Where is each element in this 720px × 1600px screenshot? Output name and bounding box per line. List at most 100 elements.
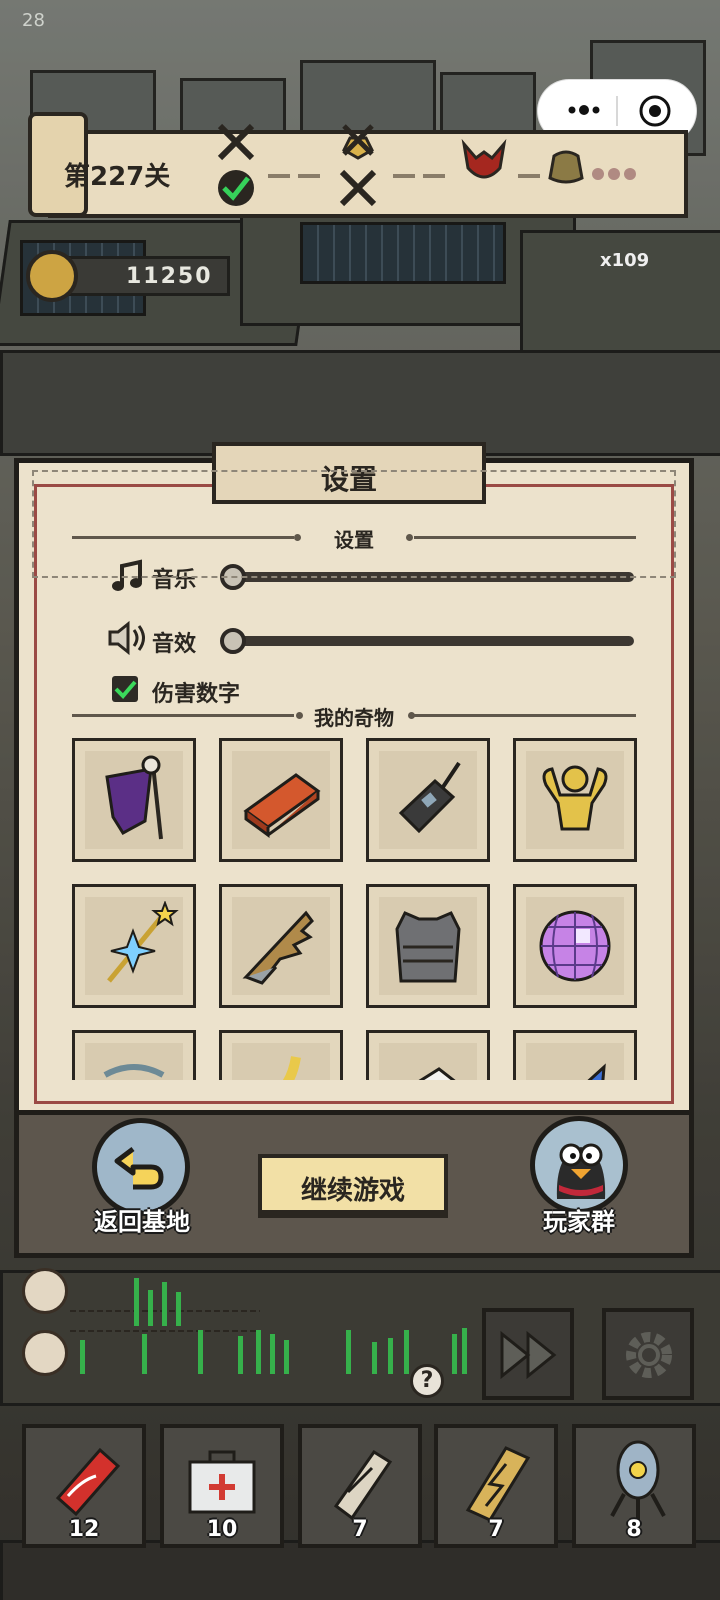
item-slot-first-aid[interactable]: 10: [160, 1424, 284, 1548]
reward-bag-icon: [548, 150, 584, 184]
checkmark-icon: [114, 680, 137, 699]
speaker-icon: [108, 620, 145, 656]
wave-bar: [142, 1334, 147, 1374]
item-count: 7: [488, 1517, 504, 1542]
walkie-talkie-icon: [398, 761, 461, 834]
damage-numbers-checkbox[interactable]: [112, 676, 138, 702]
cola-can-icon: [55, 1447, 121, 1517]
cleared-stage-check-icon: [218, 170, 254, 206]
damage-numbers-label: 伤害数字: [152, 682, 241, 707]
partial-item-icon: [587, 1063, 606, 1080]
relic-card[interactable]: [513, 884, 637, 1008]
relic-card[interactable]: [366, 738, 490, 862]
wave-bar: [134, 1278, 139, 1326]
wave-bar: [162, 1282, 167, 1326]
relic-card[interactable]: [219, 1030, 343, 1080]
jagged-blade-icon: [242, 910, 314, 985]
settings-dialog: 设置 设置 音乐 音效 伤害数字 我的奇物 返回基地 继续游戏 玩家群: [14, 442, 694, 1260]
relic-card[interactable]: [366, 1030, 490, 1080]
purple-banner-icon: [105, 755, 163, 840]
relic-card[interactable]: [366, 884, 490, 1008]
sfx-slider-knob[interactable]: [220, 628, 246, 654]
relic-card[interactable]: [72, 1030, 196, 1080]
wave-bar: [270, 1334, 275, 1374]
wave-bar: [404, 1330, 409, 1374]
nuke-bomb-icon: [610, 1440, 666, 1520]
item-count: 10: [206, 1517, 238, 1542]
return-arrow-icon: [114, 1147, 164, 1190]
item-slot-cola[interactable]: 12: [22, 1424, 146, 1548]
level-label: 第227关: [64, 162, 171, 192]
item-count: 12: [68, 1517, 100, 1542]
sfx-slider[interactable]: [230, 636, 634, 646]
section-divider: [72, 714, 294, 717]
item-slot-scroll[interactable]: 7: [298, 1424, 422, 1548]
avatar: [22, 1268, 68, 1314]
partial-item-icon: [418, 1067, 456, 1080]
disco-ball-icon: [539, 910, 611, 982]
wave-bar: [388, 1338, 393, 1374]
wave-bar: [80, 1340, 85, 1374]
continue-game-button[interactable]: 继续游戏: [258, 1154, 448, 1214]
item-count: 8: [626, 1517, 642, 1542]
body-armor-icon: [395, 911, 461, 983]
settings-button[interactable]: [602, 1308, 694, 1400]
wave-bar: [176, 1292, 181, 1326]
enemy-counter: x109: [600, 250, 650, 271]
crossed-swords-icon: [339, 169, 377, 207]
crossed-swords-icon: [342, 124, 374, 160]
coin-amount: 11250: [126, 264, 213, 289]
lightning-scroll-icon: [465, 1446, 531, 1522]
wave-bar: [346, 1330, 351, 1374]
fast-forward-icon: [500, 1330, 557, 1380]
section-divider: [414, 714, 636, 717]
relics-grid[interactable]: [68, 738, 648, 1080]
player-group-label: 玩家群: [543, 1208, 615, 1236]
wave-bar: [452, 1334, 457, 1374]
red-brick-icon: [243, 773, 321, 838]
penguin-mascot-icon: [556, 1143, 606, 1199]
wave-bar: [238, 1336, 243, 1374]
help-icon[interactable]: ?: [410, 1364, 444, 1398]
crossed-swords-icon: [217, 123, 255, 161]
item-count: 7: [352, 1517, 368, 1542]
wave-bar: [198, 1330, 203, 1374]
player-group-button[interactable]: [530, 1116, 628, 1214]
fps-counter: 28: [22, 10, 45, 31]
relics-section-label: 我的奇物: [314, 706, 394, 730]
sfx-label: 音效: [152, 632, 197, 657]
item-slot-nuke[interactable]: 8: [572, 1424, 696, 1548]
wave-track: [70, 1330, 260, 1332]
item-slot-lightning-scroll[interactable]: 7: [434, 1424, 558, 1548]
reward-dot: [608, 168, 620, 180]
star-wand-icon: [107, 901, 179, 983]
gear-icon: [626, 1332, 672, 1378]
relic-card[interactable]: [219, 738, 343, 862]
avatar: [22, 1330, 68, 1376]
relic-card[interactable]: [72, 738, 196, 862]
wave-indicator: [18, 1268, 468, 1380]
reward-dot: [592, 168, 604, 180]
wave-bar: [372, 1342, 377, 1374]
first-aid-kit-icon: [188, 1450, 256, 1514]
back-to-base-label: 返回基地: [94, 1208, 190, 1236]
level-progress-bar: 第227关: [18, 112, 690, 222]
wave-bar: [256, 1330, 261, 1374]
relic-card[interactable]: [513, 1030, 637, 1080]
coin-icon: [26, 250, 78, 302]
scroll-icon: [333, 1449, 393, 1521]
wave-bar: [462, 1328, 467, 1374]
relic-card[interactable]: [513, 738, 637, 862]
continue-game-label: 继续游戏: [300, 1176, 405, 1206]
relic-card[interactable]: [72, 884, 196, 1008]
wave-bar: [148, 1290, 153, 1326]
wave-bar: [284, 1340, 289, 1374]
coin-counter: 11250: [26, 250, 230, 302]
golden-muscle-statue-icon: [542, 765, 608, 831]
relic-card[interactable]: [219, 884, 343, 1008]
fast-forward-button[interactable]: [482, 1308, 574, 1400]
partial-item-icon: [282, 1056, 301, 1080]
boss-demon-icon: [461, 138, 507, 179]
reward-dot: [624, 168, 636, 180]
partial-item-icon: [103, 1064, 165, 1078]
